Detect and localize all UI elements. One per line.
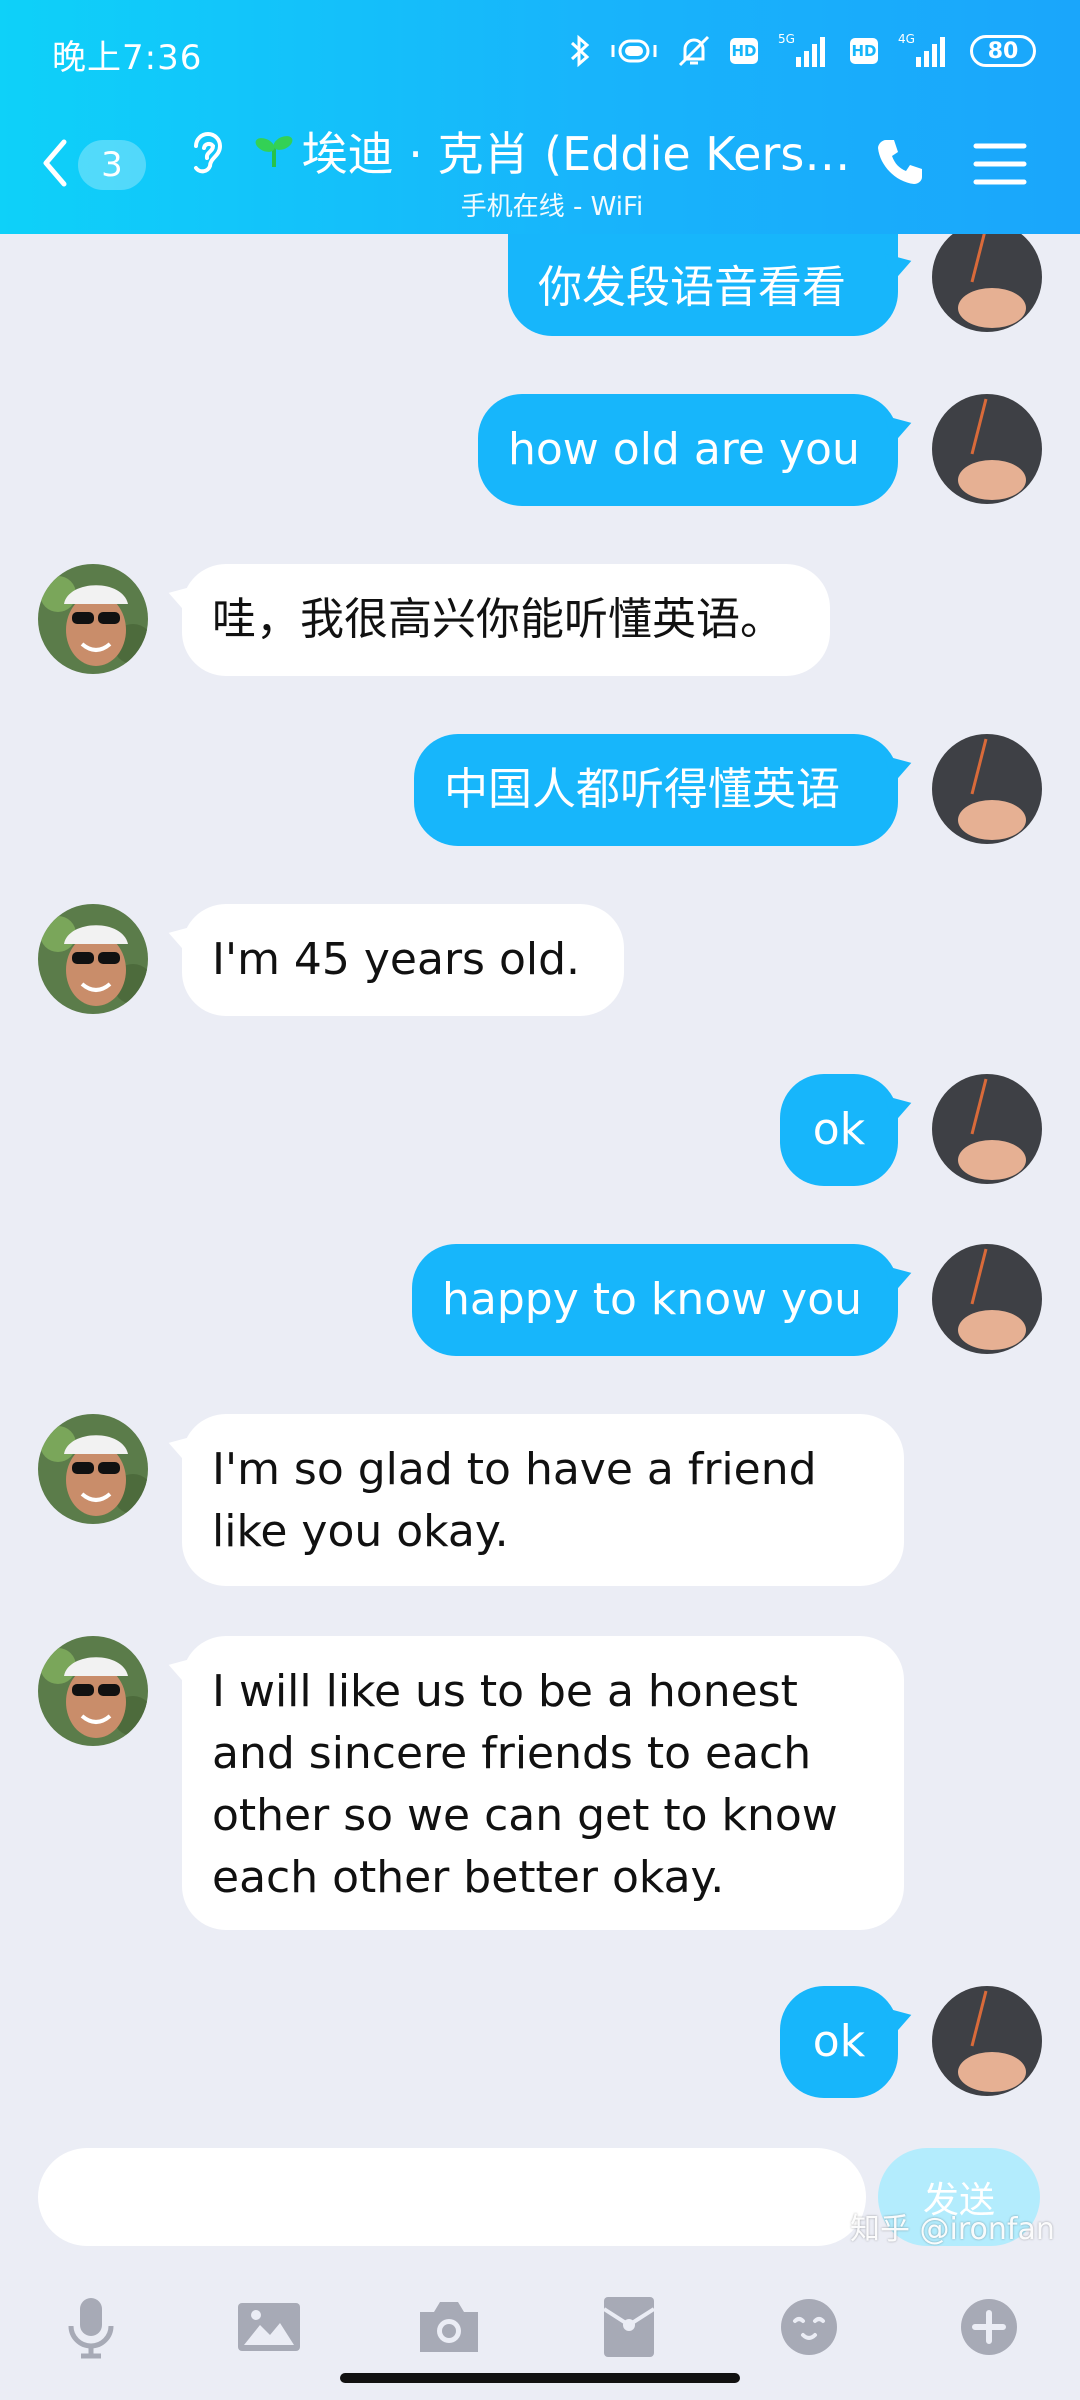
message-bubble-sent[interactable]: ok <box>780 1074 898 1186</box>
menu-icon[interactable] <box>972 140 1028 192</box>
vibrate-icon <box>610 36 658 66</box>
signal-4g-icon: 4G <box>896 31 952 71</box>
camera-icon[interactable] <box>414 2292 484 2362</box>
phone-icon[interactable] <box>872 134 928 194</box>
plus-icon[interactable] <box>954 2292 1024 2362</box>
contact-avatar[interactable] <box>38 1636 148 1746</box>
status-icons: HD 5G HD 4G 80 <box>568 30 1036 72</box>
my-avatar[interactable] <box>932 1244 1042 1354</box>
nav-bar: 3 埃迪 · 克肖 (Eddie Kers… 手机在线 - WiFi <box>0 110 1080 223</box>
emoji-icon[interactable] <box>774 2292 844 2362</box>
home-indicator[interactable] <box>340 2373 740 2383</box>
online-status: 手机在线 - WiFi <box>460 192 644 222</box>
message-bubble-received[interactable]: I'm so glad to have a friend like you ok… <box>182 1414 904 1586</box>
composer-toolbar <box>0 2272 1080 2382</box>
microphone-icon[interactable] <box>56 2292 126 2362</box>
contact-avatar[interactable] <box>38 904 148 1014</box>
battery-icon: 80 <box>970 35 1036 67</box>
contact-avatar[interactable] <box>38 1414 148 1524</box>
message-bubble-sent[interactable]: happy to know you <box>412 1244 898 1356</box>
my-avatar[interactable] <box>932 234 1042 332</box>
my-avatar[interactable] <box>932 734 1042 844</box>
sprout-icon <box>254 129 294 173</box>
message-bubble-received[interactable]: I will like us to be a honest and sincer… <box>182 1636 904 1930</box>
chat-title: 埃迪 · 克肖 (Eddie Kers… <box>301 127 851 181</box>
message-bubble-received[interactable]: 哇，我很高兴你能听懂英语。 <box>182 564 830 676</box>
signal-5g-icon: 5G <box>776 31 832 71</box>
message-bubble-sent[interactable]: 你发段语音看看 <box>508 234 898 336</box>
message-bubble-received[interactable]: I'm 45 years old. <box>182 904 624 1016</box>
message-input[interactable] <box>38 2148 866 2246</box>
message-list[interactable]: 你发段语音看看 how old are you 哇，我很高兴你能听懂英语。 中国… <box>0 234 1080 2122</box>
hd-icon: HD <box>730 38 758 64</box>
my-avatar[interactable] <box>932 394 1042 504</box>
status-bar: 晚上7:36 HD 5G HD 4G 80 <box>0 0 1080 100</box>
chat-title-area[interactable]: 埃迪 · 克肖 (Eddie Kers… 手机在线 - WiFi <box>252 118 852 223</box>
back-button[interactable]: 3 <box>40 132 160 198</box>
watermark: 知乎 @ironfan <box>850 2212 1055 2247</box>
svg-text:5G: 5G <box>778 32 795 46</box>
composer: 发送 <box>0 2122 1080 2400</box>
message-bubble-sent[interactable]: how old are you <box>478 394 898 506</box>
hd-icon-2: HD <box>850 38 878 64</box>
unread-count-badge: 3 <box>78 140 146 190</box>
red-packet-icon[interactable] <box>594 2292 664 2362</box>
image-icon[interactable] <box>234 2292 304 2362</box>
svg-text:4G: 4G <box>898 32 915 46</box>
my-avatar[interactable] <box>932 1074 1042 1184</box>
ear-icon[interactable] <box>186 126 226 186</box>
status-time: 晚上7:36 <box>52 38 203 78</box>
bluetooth-icon <box>568 34 592 68</box>
my-avatar[interactable] <box>932 1986 1042 2096</box>
message-bubble-sent[interactable]: 中国人都听得懂英语 <box>414 734 898 846</box>
mute-bell-icon <box>676 33 712 69</box>
chevron-left-icon <box>40 138 70 192</box>
chat-header: 晚上7:36 HD 5G HD 4G 80 3 埃迪 · 克肖 (Eddie K… <box>0 0 1080 234</box>
contact-avatar[interactable] <box>38 564 148 674</box>
message-bubble-sent[interactable]: ok <box>780 1986 898 2098</box>
